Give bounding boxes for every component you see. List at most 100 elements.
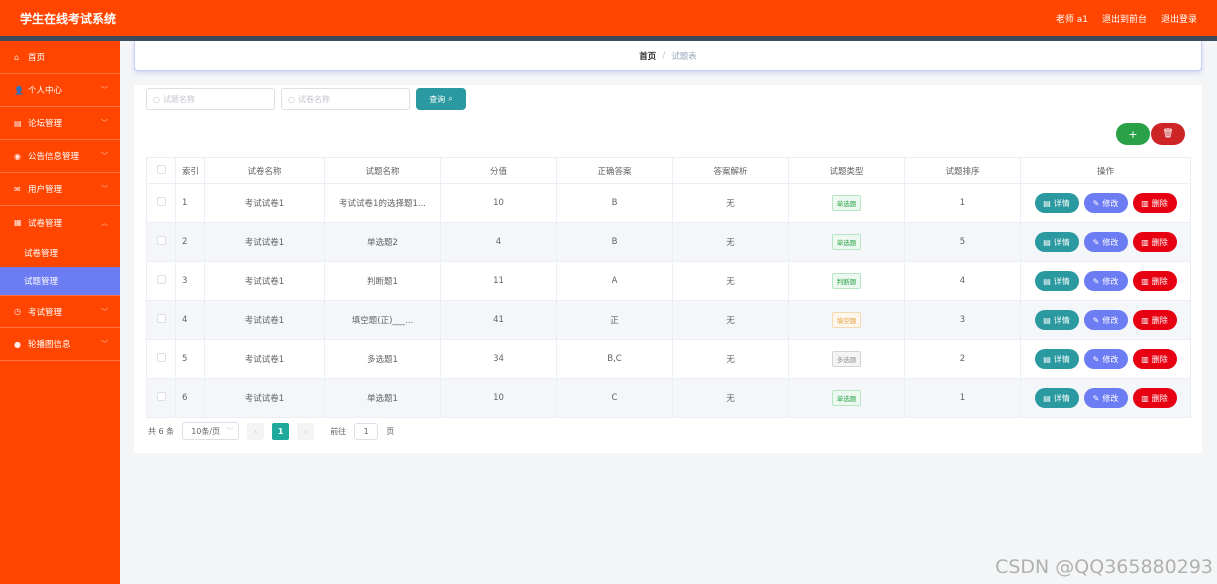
type-tag: 单选题 xyxy=(831,234,862,250)
row-checkbox[interactable] xyxy=(146,378,176,418)
edit-button[interactable]: ✎ 修改 xyxy=(1083,388,1128,408)
row-checkbox[interactable] xyxy=(146,300,176,340)
sidebar-item-label: 考试管理 xyxy=(28,307,63,318)
table-row: 4 考试试卷1 填空题(正)___... 41 正无填空题 3 ▤ 详情 ✎ 修改 ▥ 删除 xyxy=(146,300,1191,340)
sidebar-item-papers[interactable]: ▦ 试卷管理 ︿ xyxy=(0,206,120,239)
cell-score: 34 xyxy=(440,339,557,379)
home-icon: ⌂ xyxy=(14,52,20,62)
document-icon: ▤ xyxy=(1043,276,1051,286)
detail-button[interactable]: ▤ 详情 xyxy=(1034,232,1079,252)
delete-label: 删除 xyxy=(1151,198,1168,208)
mail-icon: ✉ xyxy=(14,184,21,194)
cell-type: 单选题 xyxy=(788,222,905,262)
edit-button[interactable]: ✎ 修改 xyxy=(1083,232,1128,252)
sidebar-subitem-paper-manage[interactable]: 试卷管理 xyxy=(0,239,120,267)
question-name-search-input[interactable]: ○ 试题名称 xyxy=(146,88,275,110)
sidebar-item-users[interactable]: ✉ 用户管理 ﹀ xyxy=(0,173,120,206)
edit-label: 修改 xyxy=(1102,315,1119,325)
cell-ops: ▤ 详情 ✎ 修改 ▥ 删除 xyxy=(1020,261,1191,301)
delete-button[interactable]: ▥ 删除 xyxy=(1132,271,1177,291)
trash-icon: ▥ xyxy=(1141,354,1149,364)
pager-total: 共 6 条 xyxy=(148,426,175,436)
edit-button[interactable]: ✎ 修改 xyxy=(1083,349,1128,369)
delete-button[interactable]: ▥ 删除 xyxy=(1132,310,1177,330)
cell-type: 填空题 xyxy=(788,300,905,340)
detail-button[interactable]: ▤ 详情 xyxy=(1034,310,1079,330)
cell-paper: 考试试卷1 xyxy=(204,222,325,262)
sidebar-item-carousel[interactable]: ● 轮播图信息 ﹀ xyxy=(0,328,120,361)
chevron-down-icon: ﹀ xyxy=(101,185,108,193)
detail-button[interactable]: ▤ 详情 xyxy=(1034,349,1079,369)
batch-delete-button[interactable]: 🗑 xyxy=(1151,123,1185,145)
detail-button[interactable]: ▤ 详情 xyxy=(1034,193,1079,213)
cell-type: 单选题 xyxy=(788,183,905,223)
goto-suffix: 页 xyxy=(386,426,395,436)
sidebar-item-exams[interactable]: ◷ 考试管理 ﹀ xyxy=(0,295,120,328)
sidebar-item-home[interactable]: ⌂ 首页 xyxy=(0,41,120,74)
trash-icon: ▥ xyxy=(1141,198,1149,208)
paper-name-search-input[interactable]: ○ 试卷名称 xyxy=(281,88,410,110)
chevron-down-icon: ﹀ xyxy=(101,340,108,348)
page-size-select[interactable]: 10条/页 ﹀ xyxy=(182,422,240,440)
delete-button[interactable]: ▥ 删除 xyxy=(1132,388,1177,408)
search-button-label: 查询 xyxy=(429,94,446,104)
pencil-icon: ✎ xyxy=(1092,354,1100,364)
delete-button[interactable]: ▥ 删除 xyxy=(1132,232,1177,252)
pencil-icon: ✎ xyxy=(1092,393,1100,403)
select-all-checkbox[interactable] xyxy=(146,157,176,184)
checkbox-icon xyxy=(156,197,166,206)
cell-answer: C xyxy=(556,378,673,418)
edit-label: 修改 xyxy=(1102,198,1119,208)
edit-button[interactable]: ✎ 修改 xyxy=(1083,271,1128,291)
cell-ops: ▤ 详情 ✎ 修改 ▥ 删除 xyxy=(1020,339,1191,379)
page-number-button[interactable]: 1 xyxy=(272,422,290,440)
sidebar-item-forum[interactable]: ▤ 论坛管理 ﹀ xyxy=(0,107,120,140)
cell-index: 1 xyxy=(175,183,205,223)
cell-answer: A xyxy=(556,261,673,301)
edit-button[interactable]: ✎ 修改 xyxy=(1083,310,1128,330)
cell-paper: 考试试卷1 xyxy=(204,261,325,301)
sidebar-item-notice[interactable]: ◉ 公告信息管理 ﹀ xyxy=(0,140,120,173)
cell-paper: 考试试卷1 xyxy=(204,378,325,418)
search-row: ○ 试题名称 ○ 试卷名称 查询 ⌕ xyxy=(146,88,466,110)
chevron-down-icon: ﹀ xyxy=(101,152,108,160)
next-page-button[interactable]: › xyxy=(297,422,315,440)
current-user-link[interactable]: 老师 a1 xyxy=(1056,12,1088,25)
row-checkbox[interactable] xyxy=(146,183,176,223)
detail-button[interactable]: ▤ 详情 xyxy=(1034,388,1079,408)
sidebar-item-personal[interactable]: 👤 个人中心 ﹀ xyxy=(0,74,120,107)
document-icon: ▤ xyxy=(1043,315,1051,325)
cell-name: 单选题2 xyxy=(324,222,441,262)
breadcrumb: 首页 / 试题表 xyxy=(134,41,1202,71)
add-button[interactable]: + xyxy=(1116,123,1150,145)
detail-label: 详情 xyxy=(1053,237,1070,247)
goto-page-input[interactable]: 1 xyxy=(354,422,379,440)
delete-button[interactable]: ▥ 删除 xyxy=(1132,349,1177,369)
prev-page-button[interactable]: ‹ xyxy=(247,422,265,440)
delete-button[interactable]: ▥ 删除 xyxy=(1132,193,1177,213)
edit-button[interactable]: ✎ 修改 xyxy=(1083,193,1128,213)
detail-button[interactable]: ▤ 详情 xyxy=(1034,271,1079,291)
trash-icon: ▥ xyxy=(1141,276,1149,286)
row-checkbox[interactable] xyxy=(146,261,176,301)
exit-to-front-link[interactable]: 退出到前台 xyxy=(1102,12,1147,25)
pencil-icon: ✎ xyxy=(1092,237,1100,247)
breadcrumb-home[interactable]: 首页 xyxy=(639,50,656,62)
cell-index: 6 xyxy=(175,378,205,418)
row-checkbox[interactable] xyxy=(146,222,176,262)
row-checkbox[interactable] xyxy=(146,339,176,379)
type-tag: 填空题 xyxy=(831,312,862,328)
cell-order: 1 xyxy=(904,183,1021,223)
checkbox-icon xyxy=(156,275,166,284)
chevron-down-icon: ﹀ xyxy=(101,307,108,316)
table-body: 1 考试试卷1 考试试卷1的选择题1... 10 B 无单选题 1 ▤ 详情 ✎ 修改 ▥ 删除 2 考试试… xyxy=(146,183,1191,418)
cell-name: 多选题1 xyxy=(324,339,441,379)
question-panel: ○ 试题名称 ○ 试卷名称 查询 ⌕ + 🗑 索引 试卷名称 试题名称 分值 正… xyxy=(134,85,1202,453)
logout-link[interactable]: 退出登录 xyxy=(1161,12,1197,25)
type-tag: 判断题 xyxy=(831,273,862,289)
sidebar-item-label: 轮播图信息 xyxy=(28,340,71,350)
chevron-down-icon: ﹀ xyxy=(226,427,234,435)
sidebar-subitem-question-manage[interactable]: 试题管理 xyxy=(0,267,120,295)
sidebar-item-label: 个人中心 xyxy=(28,86,63,96)
search-button[interactable]: 查询 ⌕ xyxy=(416,88,466,110)
